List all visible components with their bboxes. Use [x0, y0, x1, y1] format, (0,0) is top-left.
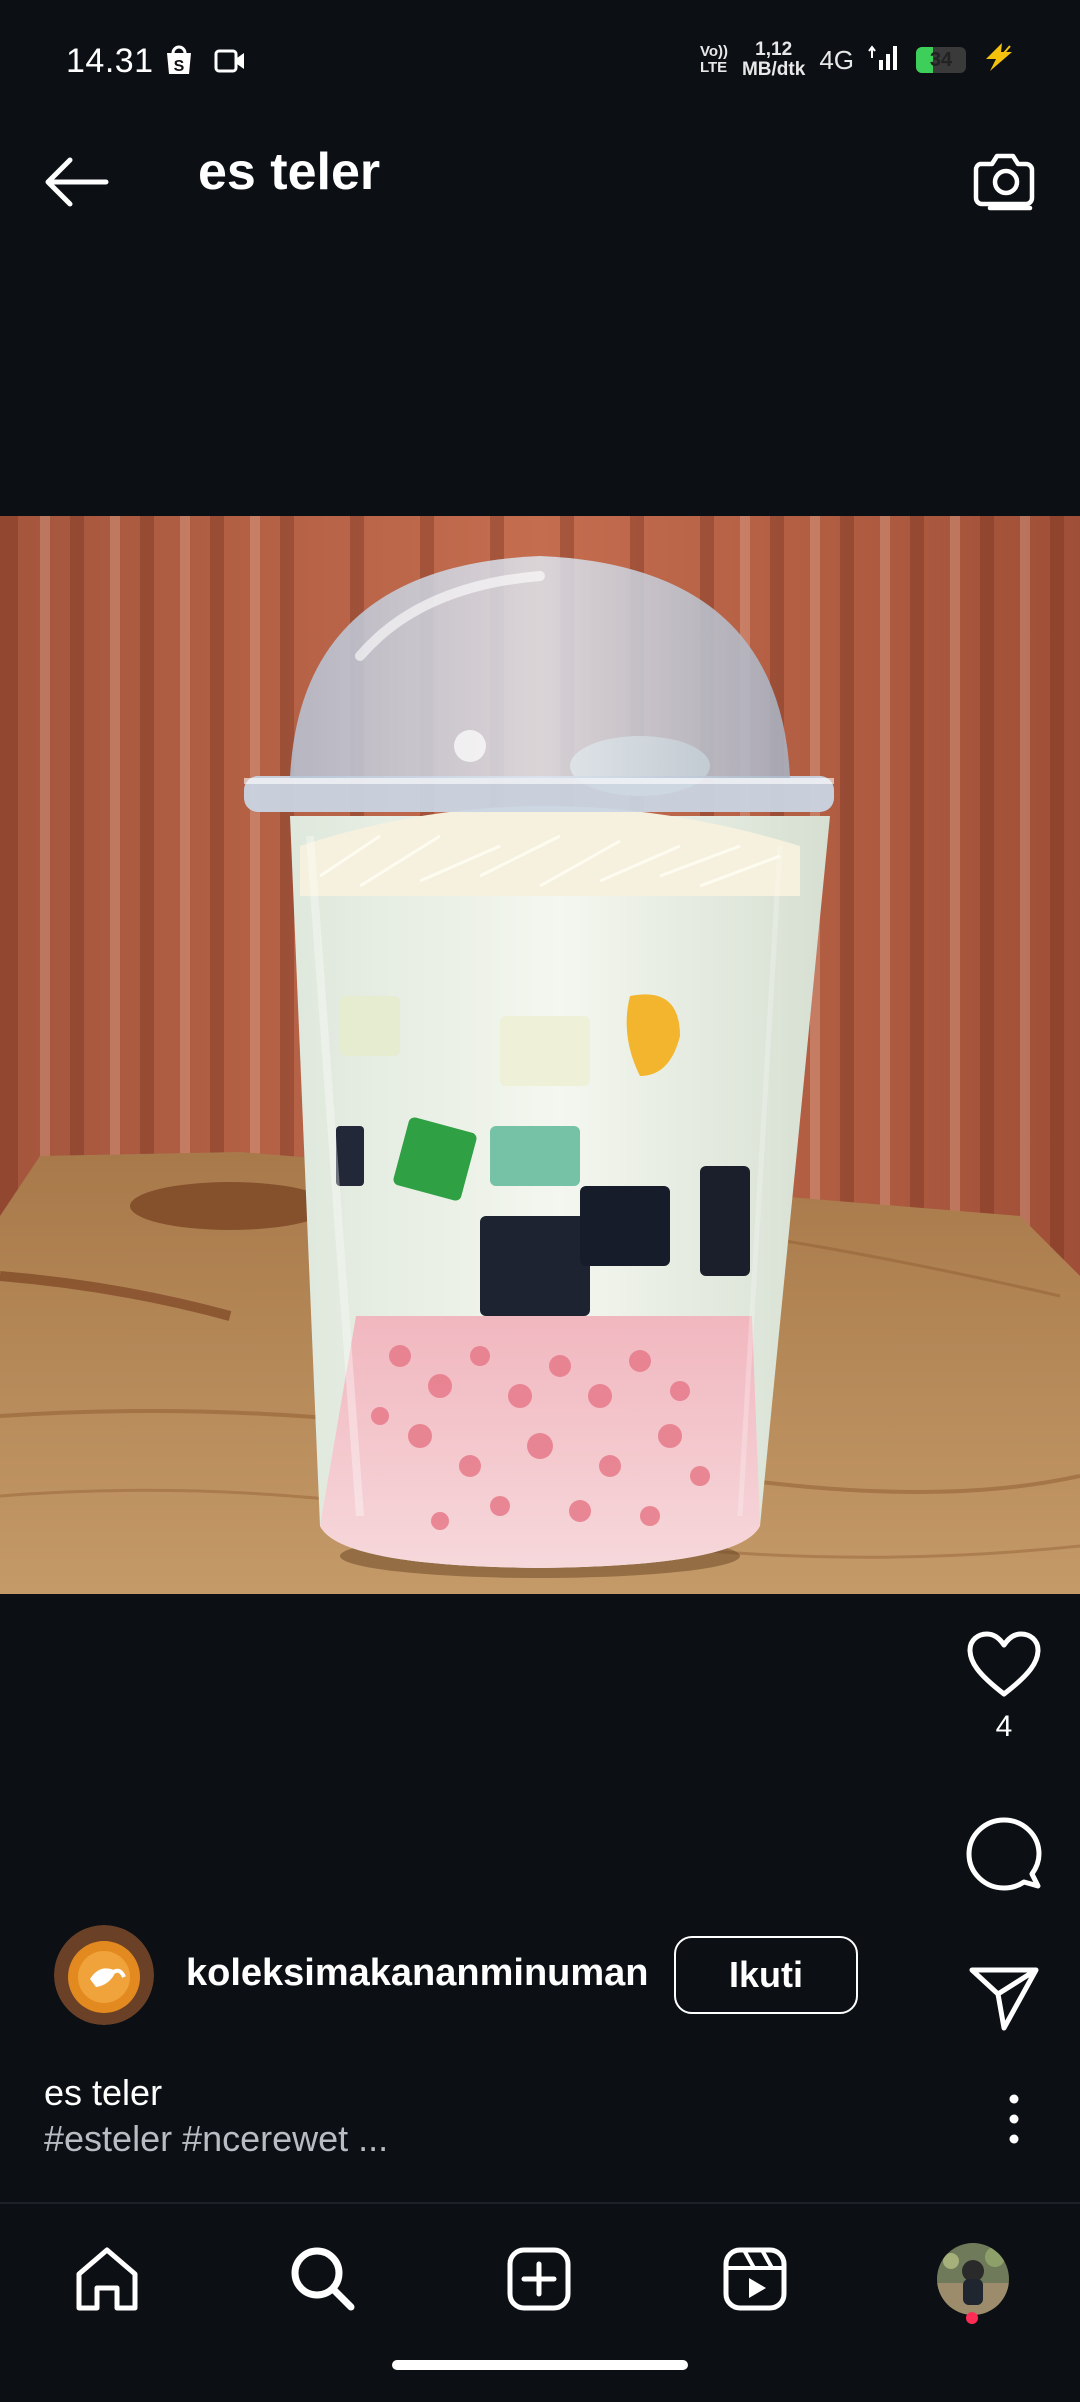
heart-icon[interactable]: [966, 1630, 1042, 1700]
author-avatar-image: [54, 1925, 154, 2025]
volte-bottom: LTE: [699, 59, 728, 76]
share-button[interactable]: [954, 1964, 1054, 2032]
page-title: es teler: [198, 143, 381, 201]
more-options-button[interactable]: [1002, 2092, 1026, 2146]
nav-home[interactable]: [62, 2234, 152, 2324]
post-hashtags[interactable]: #esteler #ncerewet ...: [44, 2116, 388, 2162]
post-photo[interactable]: [0, 516, 1080, 1594]
home-indicator[interactable]: [392, 2360, 688, 2370]
nav-reels[interactable]: [710, 2234, 800, 2324]
like-count[interactable]: 4: [996, 1710, 1013, 1744]
post-caption: es teler: [44, 2072, 163, 2113]
status-bar: 14.31 S Vo)) LTE 1,12 MB/dtk 4G 34: [0, 0, 1080, 92]
battery-indicator: 34: [916, 47, 966, 73]
arrow-left-icon: [45, 157, 109, 207]
es-teler-drink-image: [0, 516, 1080, 1594]
like-action: 4: [954, 1630, 1054, 1744]
signal-icon: [868, 42, 902, 78]
charging-bolt-icon: [980, 42, 1020, 78]
home-icon: [76, 2247, 138, 2311]
author-username[interactable]: koleksimakananminuman: [186, 1952, 649, 1995]
nav-profile[interactable]: [928, 2234, 1018, 2324]
speed-value: 1,12: [755, 39, 793, 60]
back-button[interactable]: [38, 144, 114, 220]
camera-button[interactable]: [968, 142, 1044, 218]
comment-icon: [966, 1817, 1042, 1891]
bottom-navigation: [0, 2202, 1080, 2402]
svg-text:S: S: [174, 58, 185, 75]
profile-avatar-image: [937, 2243, 1009, 2315]
comment-button[interactable]: [954, 1816, 1054, 1892]
status-indicators: Vo)) LTE 1,12 MB/dtk 4G 34: [700, 36, 1020, 84]
volte-indicator: Vo)) LTE: [700, 44, 728, 76]
nav-create[interactable]: [494, 2234, 584, 2324]
search-icon: [291, 2247, 355, 2311]
send-icon: [969, 1967, 1039, 2031]
follow-button[interactable]: Ikuti: [674, 1936, 858, 2014]
more-vertical-icon: [1009, 2094, 1019, 2144]
battery-level: 34: [929, 48, 953, 71]
shopping-bag-icon: S: [164, 44, 194, 81]
notification-dot: [966, 2312, 978, 2324]
profile-avatar: [937, 2243, 1009, 2315]
video-camera-icon: [214, 48, 246, 79]
volte-top: Vo)): [699, 43, 728, 60]
network-type: 4G: [819, 44, 854, 75]
speed-unit: MB/dtk: [741, 59, 806, 80]
author-avatar[interactable]: [54, 1925, 154, 2025]
plus-square-icon: [507, 2247, 571, 2311]
nav-search[interactable]: [278, 2234, 368, 2324]
network-speed: 1,12 MB/dtk: [742, 40, 805, 80]
status-time: 14.31: [66, 42, 154, 80]
reels-icon: [723, 2247, 787, 2311]
top-bar: es teler: [0, 92, 1080, 252]
camera-icon: [973, 153, 1035, 211]
